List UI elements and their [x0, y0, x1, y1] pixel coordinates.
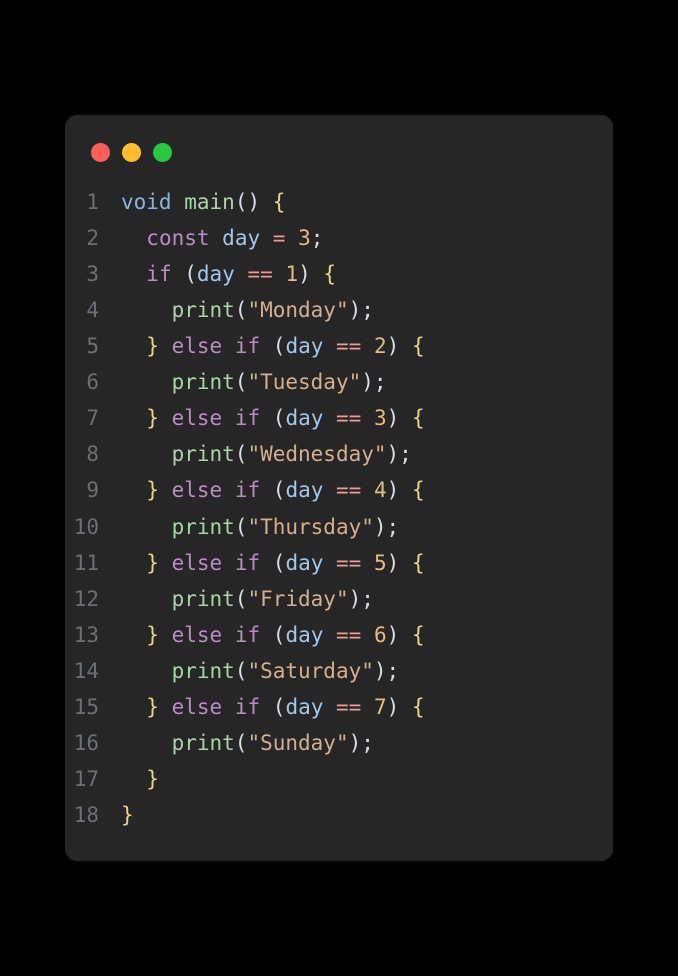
line-number: 15	[65, 689, 121, 725]
code-content: print("Monday");	[121, 292, 374, 328]
code-content: print("Tuesday");	[121, 364, 387, 400]
code-line: 8 print("Wednesday");	[65, 436, 589, 472]
code-content: }	[121, 761, 159, 797]
code-line: 6 print("Tuesday");	[65, 364, 589, 400]
code-content: print("Friday");	[121, 581, 374, 617]
code-line: 10 print("Thursday");	[65, 509, 589, 545]
line-number: 13	[65, 617, 121, 653]
code-content: } else if (day == 6) {	[121, 617, 425, 653]
code-content: } else if (day == 7) {	[121, 689, 425, 725]
line-number: 17	[65, 761, 121, 797]
code-line: 13 } else if (day == 6) {	[65, 617, 589, 653]
line-number: 16	[65, 725, 121, 761]
code-line: 14 print("Saturday");	[65, 653, 589, 689]
code-content: print("Saturday");	[121, 653, 399, 689]
code-content: if (day == 1) {	[121, 256, 336, 292]
line-number: 6	[65, 364, 121, 400]
code-content: void main() {	[121, 184, 285, 220]
line-number: 12	[65, 581, 121, 617]
code-window: 1void main() {2 const day = 3;3 if (day …	[65, 115, 613, 862]
line-number: 2	[65, 220, 121, 256]
minimize-icon[interactable]	[122, 143, 141, 162]
line-number: 3	[65, 256, 121, 292]
code-line: 15 } else if (day == 7) {	[65, 689, 589, 725]
zoom-icon[interactable]	[153, 143, 172, 162]
line-number: 1	[65, 184, 121, 220]
code-line: 3 if (day == 1) {	[65, 256, 589, 292]
window-titlebar	[65, 139, 613, 184]
code-line: 1void main() {	[65, 184, 589, 220]
code-line: 11 } else if (day == 5) {	[65, 545, 589, 581]
code-content: } else if (day == 3) {	[121, 400, 425, 436]
code-line: 16 print("Sunday");	[65, 725, 589, 761]
line-number: 9	[65, 472, 121, 508]
code-content: print("Sunday");	[121, 725, 374, 761]
code-block: 1void main() {2 const day = 3;3 if (day …	[65, 184, 613, 834]
line-number: 7	[65, 400, 121, 436]
code-content: const day = 3;	[121, 220, 323, 256]
code-content: print("Wednesday");	[121, 436, 412, 472]
code-line: 18}	[65, 797, 589, 833]
line-number: 5	[65, 328, 121, 364]
close-icon[interactable]	[91, 143, 110, 162]
code-line: 9 } else if (day == 4) {	[65, 472, 589, 508]
code-content: } else if (day == 4) {	[121, 472, 425, 508]
line-number: 4	[65, 292, 121, 328]
line-number: 8	[65, 436, 121, 472]
code-line: 5 } else if (day == 2) {	[65, 328, 589, 364]
line-number: 11	[65, 545, 121, 581]
code-content: } else if (day == 5) {	[121, 545, 425, 581]
code-line: 7 } else if (day == 3) {	[65, 400, 589, 436]
line-number: 10	[65, 509, 121, 545]
code-content: print("Thursday");	[121, 509, 399, 545]
code-line: 4 print("Monday");	[65, 292, 589, 328]
code-line: 12 print("Friday");	[65, 581, 589, 617]
line-number: 18	[65, 797, 121, 833]
code-content: }	[121, 797, 134, 833]
code-line: 17 }	[65, 761, 589, 797]
code-content: } else if (day == 2) {	[121, 328, 425, 364]
line-number: 14	[65, 653, 121, 689]
code-line: 2 const day = 3;	[65, 220, 589, 256]
